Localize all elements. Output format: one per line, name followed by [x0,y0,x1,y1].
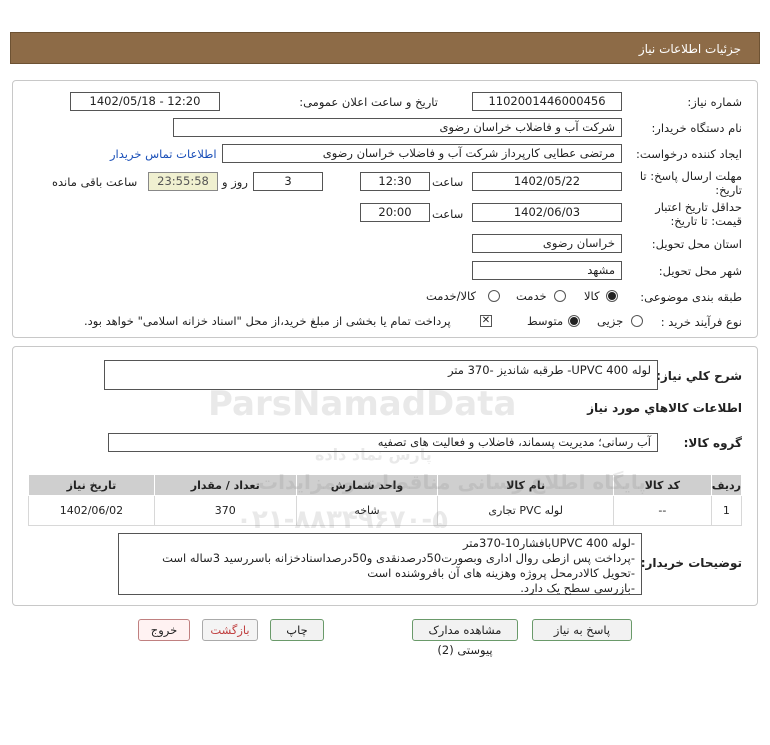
category-goods-label: کالا [584,289,600,303]
page-header: جزئیات اطلاعات نیاز [10,32,760,64]
col-name-header: نام کالا [437,474,614,496]
category-goods-radio[interactable] [606,290,618,302]
deadline-label-1: مهلت ارسال پاسخ: تا [639,169,742,183]
process-medium-radio[interactable] [568,315,580,327]
table-row: 1 -- لوله PVC تجاری شاخه 370 1402/06/02 [28,495,743,526]
creator-label: ایجاد کننده درخواست: [636,147,742,161]
process-label: نوع فرآیند خرید : [660,315,742,329]
treasury-payment-note: پرداخت تمام یا بخشی از مبلغ خرید،از محل … [84,314,451,328]
cell-date: 1402/06/02 [28,495,155,526]
col-unit-header: واحد شمارش [295,474,439,496]
buyer-label: نام دستگاه خریدار: [651,121,742,135]
goods-group-field: آب رسانی؛ مدیریت پسماند، فاضلاب و فعالیت… [108,433,658,452]
table-header-row: ردیف کد کالا نام کالا واحد شمارش تعداد /… [28,474,743,496]
print-button[interactable]: چاپ [270,619,324,641]
province-label: استان محل تحویل: [651,237,742,251]
cell-code: -- [612,495,712,526]
goods-section-title: اطلاعات کالاهاي مورد نياز [587,401,742,415]
col-code-header: کد کالا [612,474,712,496]
buyer-note-line: -بازرسی سطح یک دارد. [520,581,635,595]
need-number-field: 1102001446000456 [472,92,622,111]
goods-group-label: گروه کالا: [683,436,742,450]
buyer-notes-label: توضیحات خریدار: [640,556,742,570]
reply-button[interactable]: پاسخ به نیاز [532,619,632,641]
cell-row: 1 [710,495,743,526]
deadline-time-label: ساعت [432,175,464,189]
process-minor-radio[interactable] [631,315,643,327]
province-field: خراسان رضوی [472,234,622,253]
category-goods-service-label: کالا/خدمت [426,289,477,303]
validity-time-field: 20:00 [360,203,430,222]
city-field: مشهد [472,261,622,280]
col-date-header: تاریخ نیاز [28,474,155,496]
buyer-field: شرکت آب و فاضلاب خراسان رضوی [173,118,622,137]
back-button[interactable]: بازگشت [202,619,258,641]
cell-name: لوله PVC تجاری [437,495,614,526]
process-medium-label: متوسط [527,314,564,328]
goods-table-wrap: ردیف کد کالا نام کالا واحد شمارش تعداد /… [28,474,743,526]
contact-buyer-link[interactable]: اطلاعات تماس خریدار [110,147,217,161]
validity-time-label: ساعت [432,207,464,221]
announce-field: 1402/05/18 - 12:20 [70,92,220,111]
col-row-header: ردیف [710,474,743,496]
view-attachments-button[interactable]: مشاهده مدارک پیوستی (2) [412,619,518,657]
validity-label-2: قیمت: تا تاریخ: [670,214,742,228]
buyer-notes-box: -لوله UPVC 400بافشار10-370متر -پرداخت پس… [118,533,642,595]
goods-table: ردیف کد کالا نام کالا واحد شمارش تعداد /… [28,474,743,526]
category-service-label: خدمت [516,289,547,303]
announce-label: تاریخ و ساعت اعلان عمومی: [299,95,438,109]
category-goods-service-radio[interactable] [488,290,500,302]
process-minor-label: جزیی [597,314,624,328]
summary-label: شرح کلي نياز: [656,369,742,383]
days-field: 3 [253,172,323,191]
cell-unit: شاخه [295,495,439,526]
validity-label-1: حداقل تاریخ اعتبار [655,200,742,214]
deadline-label-2: تاریخ: [715,183,742,197]
deadline-time-field: 12:30 [360,172,430,191]
creator-field: مرتضی عطایی کارپرداز شرکت آب و فاضلاب خر… [222,144,622,163]
summary-field: لوله UPVC 400- طرقبه شاندیز -370 متر [104,360,658,390]
category-label: طبقه بندی موضوعی: [640,290,742,304]
category-service-radio[interactable] [554,290,566,302]
buyer-note-line: -لوله UPVC 400بافشار10-370متر [462,536,635,550]
deadline-date-field: 1402/05/22 [472,172,622,191]
remaining-time-field: 23:55:58 [148,172,218,191]
cell-qty: 370 [153,495,297,526]
validity-date-field: 1402/06/03 [472,203,622,222]
treasury-payment-checkbox[interactable]: ✕ [480,315,492,327]
exit-button[interactable]: خروج [138,619,190,641]
buyer-note-line: -پرداخت پس ازطی روال اداری وبصورت50درصدن… [162,551,635,565]
city-label: شهر محل تحویل: [658,264,742,278]
need-number-label: شماره نیاز: [687,95,742,109]
days-label: روز و [222,175,248,189]
buyer-note-line: -تحویل کالادرمحل پروژه وهزینه های آن باف… [367,566,635,580]
col-qty-header: تعداد / مقدار [153,474,297,496]
remaining-label: ساعت باقی مانده [52,175,138,189]
